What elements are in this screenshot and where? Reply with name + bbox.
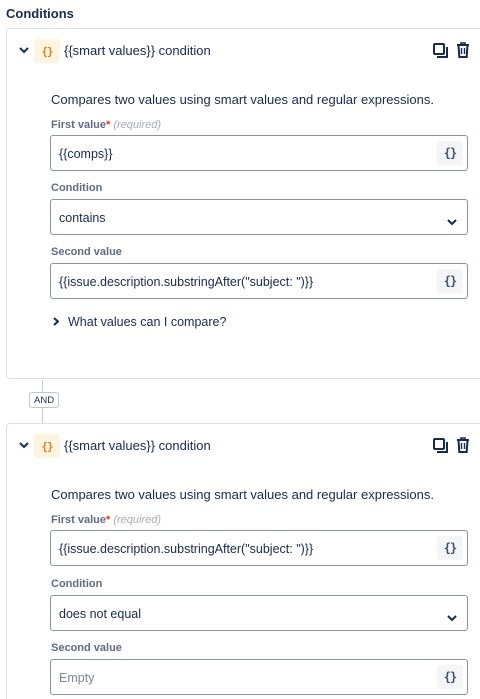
condition-label: Condition <box>51 578 103 590</box>
copy-icon[interactable] <box>431 436 449 454</box>
condition-description: Compares two values using smart values a… <box>51 487 434 502</box>
braces-icon: {} <box>34 39 60 63</box>
condition-card-2: {} {{smart values}} condition Compares t… <box>6 423 480 699</box>
conditions-heading: Conditions <box>6 6 74 21</box>
smart-value-button[interactable]: {} <box>437 141 463 165</box>
second-value-text: {{issue.description.substringAfter("subj… <box>59 275 314 289</box>
condition-select-value: does not equal <box>59 607 142 621</box>
second-value-input[interactable]: {{issue.description.substringAfter("subj… <box>50 263 468 299</box>
first-value-label: First value* (required) <box>51 119 161 131</box>
second-value-label: Second value <box>51 246 122 258</box>
first-value-text: {{issue.description.substringAfter("subj… <box>59 542 314 556</box>
smart-value-button[interactable]: {} <box>437 269 463 293</box>
copy-icon[interactable] <box>431 41 449 59</box>
second-value-placeholder: Empty <box>59 671 95 685</box>
trash-icon[interactable] <box>454 436 472 454</box>
first-value-label: First value* (required) <box>51 514 161 526</box>
and-badge: AND <box>29 392 60 408</box>
trash-icon[interactable] <box>454 41 472 59</box>
chevron-right-icon <box>53 315 60 329</box>
chevron-down-icon <box>447 213 457 231</box>
condition-label: Condition <box>51 182 103 194</box>
condition-card-header: {} {{smart values}} condition <box>7 29 480 73</box>
chevron-down-icon[interactable] <box>18 44 30 56</box>
condition-select[interactable]: contains <box>50 199 468 235</box>
condition-description: Compares two values using smart values a… <box>51 92 434 107</box>
first-value-text: {{comps}} <box>59 147 113 161</box>
smart-value-button[interactable]: {} <box>437 665 463 689</box>
second-value-label: Second value <box>51 642 122 654</box>
braces-icon: {} <box>34 434 60 458</box>
condition-select[interactable]: does not equal <box>50 595 468 631</box>
chevron-down-icon[interactable] <box>18 439 30 451</box>
condition-card-header: {} {{smart values}} condition <box>7 424 480 468</box>
chevron-down-icon <box>447 609 457 627</box>
first-value-input[interactable]: {{comps}} {} <box>50 135 468 171</box>
first-value-input[interactable]: {{issue.description.substringAfter("subj… <box>50 530 468 566</box>
second-value-input[interactable]: Empty {} <box>50 659 468 695</box>
condition-title[interactable]: {{smart values}} condition <box>64 438 211 453</box>
condition-card-1: {} {{smart values}} condition Compares t… <box>6 28 480 379</box>
what-values-expander[interactable]: What values can I compare? <box>53 315 226 329</box>
expander-label: What values can I compare? <box>68 315 227 329</box>
condition-select-value: contains <box>59 211 106 225</box>
smart-value-button[interactable]: {} <box>437 536 463 560</box>
condition-title[interactable]: {{smart values}} condition <box>64 43 211 58</box>
